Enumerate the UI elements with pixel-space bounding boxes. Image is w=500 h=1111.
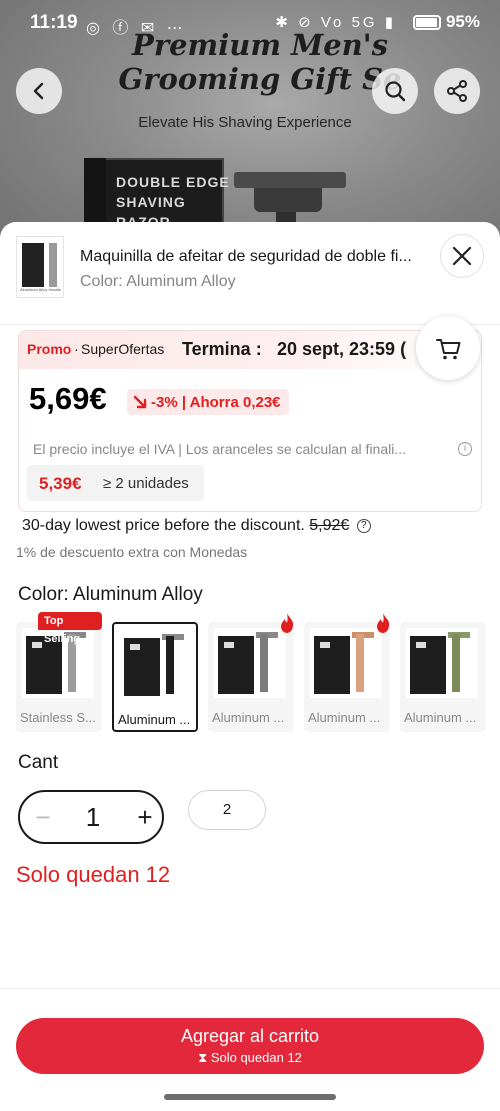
lowest-price-value: 5,92€ [309, 517, 350, 534]
quantity-section-title: Cant [18, 752, 59, 773]
hero-razor-neck [254, 188, 322, 212]
battery-indicator: 95% [412, 12, 480, 32]
selected-variant-line: Color: Aluminum Alloy [80, 273, 236, 290]
share-icon [447, 80, 467, 102]
flame-icon [377, 613, 390, 633]
tier-price-chip: 5,39€ ≥ 2 unidades [27, 465, 204, 501]
variant-box [410, 636, 446, 694]
hero-razor-head [234, 172, 346, 188]
home-indicator[interactable] [164, 1094, 336, 1100]
info-icon[interactable]: i [458, 442, 472, 456]
tier-quantity: ≥ 2 unidades [103, 475, 189, 492]
promo-bar: Promo · SuperOfertas Termina : 20 sept, … [19, 331, 481, 369]
variant-razor-handle [260, 634, 268, 692]
quick-quantity-option[interactable]: 2 [188, 790, 266, 830]
variant-option-1[interactable]: Stainless S... Top Selling [16, 612, 102, 732]
variant-option-2-selected[interactable]: Aluminum ... [112, 622, 198, 732]
variant-label: Aluminum ... [118, 712, 191, 727]
flame-icon [281, 613, 294, 633]
variant-image [406, 628, 478, 698]
thumbnail-box [22, 243, 44, 287]
promo-name: SuperOfertas [81, 341, 165, 357]
variant-razor-handle [166, 636, 174, 694]
add-to-cart-stock-note: ⧗ Solo quedan 12 [198, 1050, 302, 1065]
quantity-plus-button[interactable]: + [130, 802, 160, 832]
promo-ends-label: Termina : [182, 339, 262, 359]
variant-label: Aluminum ... [212, 710, 285, 725]
down-arrow-icon [133, 395, 147, 409]
variant-box [218, 636, 254, 694]
promo-label: Promo [27, 341, 72, 357]
variant-razor-handle [452, 634, 460, 692]
color-section-title: Color: Aluminum Alloy [18, 584, 203, 605]
color-variant-list: Stainless S... Top Selling Aluminum ... … [16, 612, 486, 732]
close-button[interactable] [440, 234, 484, 278]
tax-note: El precio incluye el IVA | Los aranceles… [33, 441, 407, 457]
bottom-divider [0, 988, 500, 989]
variant-label: Aluminum ... [308, 710, 381, 725]
quantity-value[interactable]: 1 [78, 802, 108, 833]
variant-image [120, 630, 192, 700]
sku-selection-sheet: Aluminum Alloy Handle · Razor Weight 58g… [0, 222, 500, 1111]
help-icon[interactable]: ? [356, 519, 371, 533]
thumbnail-caption: Aluminum Alloy Handle · Razor Weight 58g [20, 287, 62, 292]
discount-text: -3% | Ahorra 0,23€ [151, 393, 281, 411]
thumbnail-razor [49, 243, 57, 287]
battery-percent: 95% [445, 12, 480, 31]
sheet-header: Aluminum Alloy Handle · Razor Weight 58g… [0, 222, 500, 324]
quantity-stepper: − 1 + [18, 790, 164, 844]
share-button[interactable] [434, 68, 480, 114]
product-title: Maquinilla de afeitar de seguridad de do… [80, 248, 412, 265]
variant-box [314, 636, 350, 694]
variant-razor-handle [356, 634, 364, 692]
quantity-minus-button[interactable]: − [28, 802, 58, 832]
price-card: Promo · SuperOfertas Termina : 20 sept, … [18, 330, 482, 512]
tier-price: 5,39€ [39, 474, 82, 493]
current-price: 5,69€ [29, 381, 107, 416]
variant-label: Aluminum ... [404, 710, 477, 725]
lowest-price-text: 30-day lowest price before the discount. [22, 517, 305, 534]
top-selling-badge: Top Selling [38, 612, 102, 645]
notification-icons: ◎ ⓕ ✉ ⋯ [86, 20, 187, 37]
variant-label: Stainless S... [20, 710, 96, 725]
variant-image [310, 628, 382, 698]
chevron-left-icon [33, 82, 44, 100]
back-button[interactable] [16, 68, 62, 114]
lowest-price-note: 30-day lowest price before the discount.… [22, 517, 371, 535]
status-time: 11:19 [30, 12, 78, 33]
variant-box [124, 638, 160, 696]
stock-remaining: Solo quedan 12 [16, 862, 171, 887]
variant-option-4[interactable]: Aluminum ... [304, 613, 390, 732]
variant-option-5[interactable]: Aluminum ... [400, 622, 486, 732]
product-thumbnail: Aluminum Alloy Handle · Razor Weight 58g [16, 236, 64, 298]
add-to-cart-label: Agregar al carrito [180, 1026, 320, 1046]
search-icon [385, 81, 406, 102]
promo-ends-date: 20 sept, 23:59 ( [277, 339, 407, 359]
variant-option-3[interactable]: Aluminum ... [208, 613, 294, 732]
search-button[interactable] [372, 68, 418, 114]
status-bar: 11:19 ◎ ⓕ ✉ ⋯ ✱ ⊘ Vo 5G ▮ 95% [0, 0, 500, 44]
close-icon [452, 246, 472, 266]
battery-icon [412, 14, 441, 30]
coins-discount-note: 1% de descuento extra con Monedas [16, 544, 248, 560]
cart-button[interactable] [416, 316, 480, 380]
hero-subtitle: Elevate His Shaving Experience [138, 114, 352, 131]
add-to-cart-button[interactable]: Agregar al carrito ⧗ Solo quedan 12 [16, 1018, 484, 1074]
discount-badge: -3% | Ahorra 0,23€ [127, 389, 289, 415]
connectivity-icons: ✱ ⊘ Vo 5G ▮ [275, 14, 396, 31]
promo-separator: · [74, 341, 79, 357]
variant-image [214, 628, 286, 698]
cart-icon [436, 339, 461, 360]
